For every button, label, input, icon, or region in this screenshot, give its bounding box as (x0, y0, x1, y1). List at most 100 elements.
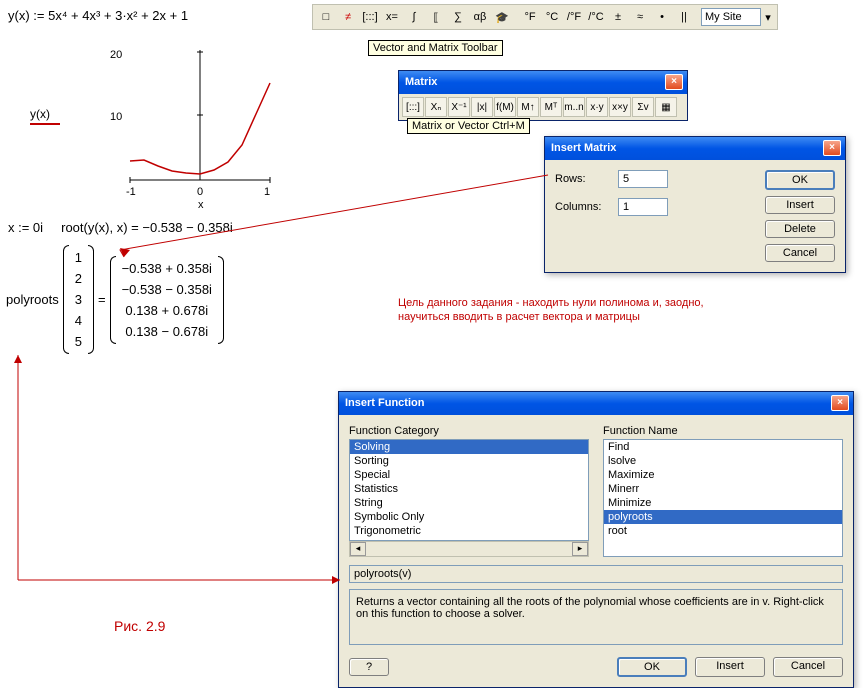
function-description: Returns a vector containing all the root… (349, 589, 843, 645)
matrix-vector-tooltip: Matrix or Vector Ctrl+M (407, 118, 530, 134)
fn-item[interactable]: root (604, 524, 842, 538)
tb-approx[interactable]: ≈ (629, 7, 651, 27)
tb-bullet[interactable]: • (651, 7, 673, 27)
insert-matrix-close-icon[interactable]: × (823, 140, 841, 156)
formula-definition: y(x) := 5x⁴ + 4x³ + 3·x² + 2x + 1 (8, 8, 188, 23)
insert-matrix-dialog: Insert Matrix × Rows: Columns: OK Insert… (544, 136, 846, 273)
tb-degF[interactable]: °F (519, 7, 541, 27)
tb-matrix-icon[interactable]: [:::] (359, 7, 381, 27)
root-result: root(y(x), x) = −0.538 − 0.358i (61, 220, 233, 235)
result-vector: −0.538 + 0.358i −0.538 − 0.358i 0.138 + … (112, 256, 222, 344)
site-dropdown-icon[interactable]: ▾ (761, 7, 775, 27)
polyroots-expression: polyroots 1 2 3 4 5 = −0.538 + 0.358i −0… (6, 245, 222, 354)
cat-item[interactable]: Statistics (350, 482, 588, 496)
vector-matrix-toolbar-tooltip: Vector and Matrix Toolbar (368, 40, 503, 56)
mt-transpose-icon[interactable]: Mᵀ (540, 97, 562, 117)
help-button[interactable]: ? (349, 658, 389, 676)
tb-parallel[interactable]: || (673, 7, 695, 27)
mt-abs-icon[interactable]: |x| (471, 97, 493, 117)
fn-item[interactable]: Minerr (604, 482, 842, 496)
mt-range-icon[interactable]: m..n (563, 97, 585, 117)
scroll-right-icon[interactable]: ▸ (572, 542, 588, 556)
figure-label: Рис. 2.9 (114, 618, 165, 634)
insert-function-titlebar[interactable]: Insert Function × (339, 392, 853, 415)
mt-insert-matrix-icon[interactable]: [:::] (402, 97, 424, 117)
mt-column-icon[interactable]: M↑ (517, 97, 539, 117)
mt-picture-icon[interactable]: ▦ (655, 97, 677, 117)
tb-calculus-icon[interactable]: ∫ (403, 7, 425, 27)
tb-boolean-icon[interactable]: ⟦ (425, 7, 447, 27)
svg-text:10: 10 (110, 111, 122, 123)
insert-function-dialog: Insert Function × Function Category Solv… (338, 391, 854, 688)
columns-label: Columns: (555, 201, 610, 213)
tb-greek-icon[interactable]: αβ (469, 7, 491, 27)
cat-item[interactable]: Trigonometric (350, 524, 588, 538)
x-init: x := 0i (8, 220, 43, 235)
mt-sum-icon[interactable]: Σv (632, 97, 654, 117)
rows-input[interactable] (618, 170, 668, 188)
mt-dot-icon[interactable]: x·y (586, 97, 608, 117)
fn-item[interactable]: lsolve (604, 454, 842, 468)
task-annotation: Цель данного задания - находить нули пол… (398, 296, 708, 325)
tb-perC[interactable]: /°C (585, 7, 607, 27)
fn-item[interactable]: polyroots (604, 510, 842, 524)
insert-button[interactable]: Insert (765, 196, 835, 214)
main-toolbar: □ ≠ [:::] x= ∫ ⟦ ∑ αβ 🎓 °F °C /°F /°C ± … (312, 4, 778, 30)
tb-evaluate-icon[interactable]: x= (381, 7, 403, 27)
matrix-toolbar-title: Matrix (405, 76, 437, 88)
cat-item[interactable]: Special (350, 468, 588, 482)
fn-insert-button[interactable]: Insert (695, 657, 765, 677)
matrix-toolbar-window: Matrix × [:::] Xₙ X⁻¹ |x| f(M) M↑ Mᵀ m..… (398, 70, 688, 121)
ok-button[interactable]: OK (765, 170, 835, 190)
insert-function-close-icon[interactable]: × (831, 395, 849, 411)
tb-symbolic-icon[interactable]: 🎓 (491, 7, 513, 27)
tb-calculator-icon[interactable]: □ (315, 7, 337, 27)
plot-area: -1 0 1 x 10 20 (100, 30, 280, 210)
equals-sign: = (98, 292, 106, 307)
matrix-toolbar-close-icon[interactable]: × (665, 74, 683, 90)
matrix-toolbar-titlebar[interactable]: Matrix × (399, 71, 687, 94)
function-name-list[interactable]: Find lsolve Maximize Minerr Minimize pol… (603, 439, 843, 557)
cat-item[interactable]: String (350, 496, 588, 510)
svg-text:20: 20 (110, 49, 122, 61)
scroll-left-icon[interactable]: ◂ (350, 542, 366, 556)
legend-swatch (30, 123, 60, 125)
insert-matrix-title: Insert Matrix (551, 142, 616, 154)
input-vector: 1 2 3 4 5 (65, 245, 92, 354)
insert-matrix-titlebar[interactable]: Insert Matrix × (545, 137, 845, 160)
legend-label: y(x) (30, 107, 50, 121)
tb-perF[interactable]: /°F (563, 7, 585, 27)
function-category-label: Function Category (349, 425, 589, 437)
cat-item[interactable]: Solving (350, 440, 588, 454)
mt-cross-icon[interactable]: x×y (609, 97, 631, 117)
function-name-label: Function Name (603, 425, 843, 437)
svg-text:-1: -1 (126, 186, 136, 198)
tb-degC[interactable]: °C (541, 7, 563, 27)
cat-item[interactable]: Sorting (350, 454, 588, 468)
mt-subscript-icon[interactable]: Xₙ (425, 97, 447, 117)
mt-vectorize-icon[interactable]: f(M) (494, 97, 516, 117)
plot-legend: y(x) (30, 107, 60, 125)
svg-text:x: x (198, 199, 204, 210)
fn-item[interactable]: Find (604, 440, 842, 454)
delete-button[interactable]: Delete (765, 220, 835, 238)
columns-input[interactable] (618, 198, 668, 216)
site-input[interactable] (701, 8, 761, 26)
svg-text:1: 1 (264, 186, 270, 198)
function-category-list[interactable]: Solving Sorting Special Statistics Strin… (349, 439, 589, 541)
fn-item[interactable]: Maximize (604, 468, 842, 482)
tb-neq-icon[interactable]: ≠ (337, 7, 359, 27)
function-signature: polyroots(v) (349, 565, 843, 583)
category-scrollbar[interactable]: ◂ ▸ (349, 541, 589, 557)
tb-plusminus[interactable]: ± (607, 7, 629, 27)
mt-inverse-icon[interactable]: X⁻¹ (448, 97, 470, 117)
tb-programming-icon[interactable]: ∑ (447, 7, 469, 27)
cat-item[interactable]: Symbolic Only (350, 510, 588, 524)
rows-label: Rows: (555, 173, 610, 185)
svg-text:0: 0 (197, 186, 203, 198)
polyroots-fn-label: polyroots (6, 292, 59, 307)
cancel-button[interactable]: Cancel (765, 244, 835, 262)
fn-cancel-button[interactable]: Cancel (773, 657, 843, 677)
fn-ok-button[interactable]: OK (617, 657, 687, 677)
fn-item[interactable]: Minimize (604, 496, 842, 510)
